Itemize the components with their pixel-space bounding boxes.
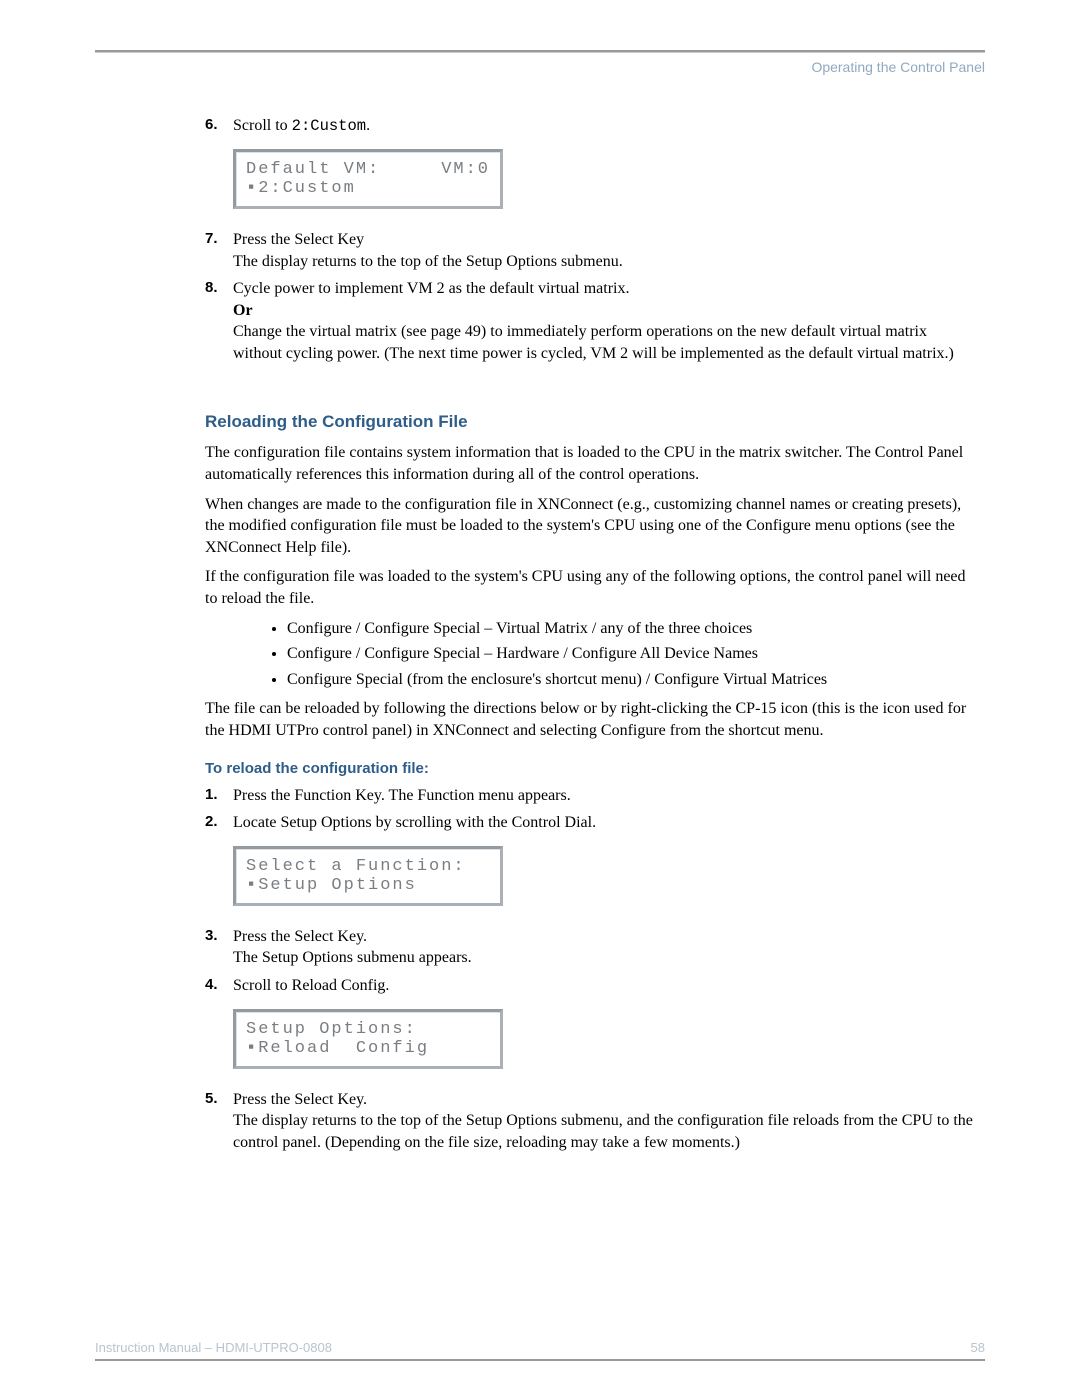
step-text: The display returns to the top of the Se… [233,251,975,273]
step-text: Press the Select Key. [233,926,975,948]
paragraph: The file can be reloaded by following th… [205,698,975,741]
lcd-line: ▪2:Custom [246,179,490,198]
step-number: 7. [205,229,233,272]
heading-reloading: Reloading the Configuration File [205,412,975,432]
step-body: Locate Setup Options by scrolling with t… [233,812,975,834]
step-body: Press the Select Key. The Setup Options … [233,926,975,969]
step-6: 6. Scroll to 2:Custom. [205,115,975,137]
step-number: 4. [205,975,233,997]
paragraph: If the configuration file was loaded to … [205,566,975,609]
lcd-text-left: Default VM: [246,160,380,179]
step-body: Press the Select Key The display returns… [233,229,975,272]
lcd-display-3: Setup Options: ▪Reload Config [233,1009,503,1069]
step-8: 8. Cycle power to implement VM 2 as the … [205,278,975,364]
lcd-line: ▪Setup Options [246,876,490,895]
page-footer: Instruction Manual – HDMI-UTPRO-0808 58 [95,1340,985,1361]
list-item: Configure / Configure Special – Hardware… [287,643,975,665]
lcd-text-right: VM:0 [441,160,490,179]
lcd-text: ▪Setup Options [246,876,417,895]
step-7: 7. Press the Select Key The display retu… [205,229,975,272]
lcd-line: Default VM: VM:0 [246,160,490,179]
lcd-text: Select a Function: [246,857,466,876]
step-number: 5. [205,1089,233,1154]
step-2: 2. Locate Setup Options by scrolling wit… [205,812,975,834]
step-body: Press the Select Key. The display return… [233,1089,975,1154]
step-text: Press the Select Key [233,229,975,251]
lcd-display-1: Default VM: VM:0 ▪2:Custom [233,149,503,209]
header-rule [95,50,985,53]
code-inline: 2:Custom [292,117,366,135]
paragraph: When changes are made to the configurati… [205,494,975,559]
step-text: Cycle power to implement VM 2 as the def… [233,278,975,300]
step-number: 1. [205,785,233,807]
step-5: 5. Press the Select Key. The display ret… [205,1089,975,1154]
page: Operating the Control Panel 6. Scroll to… [0,0,1080,1199]
step-body: Scroll to 2:Custom. [233,115,975,137]
step-text: The Setup Options submenu appears. [233,947,975,969]
step-text: Press the Select Key. [233,1089,975,1111]
list-item: Configure / Configure Special – Virtual … [287,618,975,640]
step-text-tail: . [366,117,370,134]
lcd-text: ▪Reload Config [246,1039,429,1058]
step-body: Cycle power to implement VM 2 as the def… [233,278,975,364]
content: 6. Scroll to 2:Custom. Default VM: VM:0 … [95,115,985,1153]
or-label: Or [233,300,975,322]
footer-page-number: 58 [971,1340,985,1355]
step-3: 3. Press the Select Key. The Setup Optio… [205,926,975,969]
lcd-line: ▪Reload Config [246,1039,490,1058]
step-number: 2. [205,812,233,834]
lcd-text: Setup Options: [246,1020,417,1039]
step-4: 4. Scroll to Reload Config. [205,975,975,997]
step-body: Scroll to Reload Config. [233,975,975,997]
step-number: 6. [205,115,233,137]
paragraph: The configuration file contains system i… [205,442,975,485]
lcd-line: Select a Function: [246,857,490,876]
step-text: Change the virtual matrix (see page 49) … [233,321,975,364]
step-body: Press the Function Key. The Function men… [233,785,975,807]
step-text: The display returns to the top of the Se… [233,1110,975,1153]
list-item: Configure Special (from the enclosure's … [287,669,975,691]
header-section-title: Operating the Control Panel [95,59,985,75]
footer-rule [95,1359,985,1361]
step-text: Scroll to [233,117,292,134]
step-number: 8. [205,278,233,364]
lcd-line: Setup Options: [246,1020,490,1039]
heading-to-reload: To reload the configuration file: [205,760,975,777]
bullet-list: Configure / Configure Special – Virtual … [287,618,975,691]
lcd-display-2: Select a Function: ▪Setup Options [233,846,503,906]
step-1: 1. Press the Function Key. The Function … [205,785,975,807]
lcd-text: ▪2:Custom [246,179,356,198]
footer-left: Instruction Manual – HDMI-UTPRO-0808 [95,1340,332,1355]
step-number: 3. [205,926,233,969]
